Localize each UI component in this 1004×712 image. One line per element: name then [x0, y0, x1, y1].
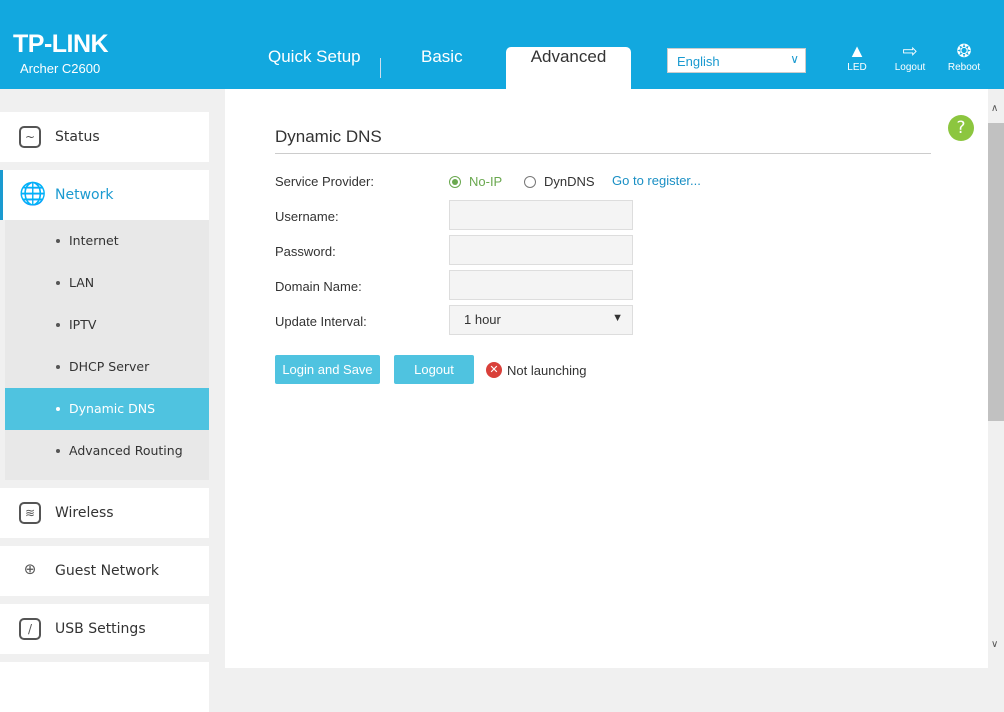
tab-advanced[interactable]: Advanced	[506, 47, 631, 89]
register-link[interactable]: Go to register...	[612, 173, 701, 188]
submenu-label: DHCP Server	[69, 359, 150, 374]
radio-no-ip[interactable]: No-IP	[449, 174, 502, 189]
submenu-label: LAN	[69, 275, 95, 290]
network-submenu: Internet LAN IPTV DHCP Server Dynamic DN…	[5, 220, 209, 480]
usb-icon: /	[19, 618, 41, 640]
help-icon[interactable]: ?	[948, 115, 974, 141]
page-title: Dynamic DNS	[275, 127, 382, 146]
main-content: Dynamic DNS ? Service Provider: No-IP Dy…	[225, 89, 988, 668]
led-button[interactable]: ▲ LED	[837, 40, 877, 73]
logout-label: Logout	[894, 62, 926, 73]
dropdown-arrow-icon: ▼	[612, 312, 623, 324]
logout-icon: ⇨	[902, 41, 918, 61]
radio-label: DynDNS	[544, 174, 595, 189]
sidebar-label: Status	[55, 129, 100, 145]
sidebar-item-usb-settings[interactable]: / USB Settings	[0, 604, 209, 654]
tab-quick-setup[interactable]: Quick Setup	[268, 47, 361, 89]
sidebar-item-guest-network[interactable]: ⊕ Guest Network	[0, 546, 209, 596]
ddns-status: Not launching	[507, 363, 587, 378]
submenu-advanced-routing[interactable]: Advanced Routing	[5, 430, 209, 472]
submenu-label: IPTV	[69, 317, 97, 332]
username-input[interactable]	[449, 200, 633, 230]
update-interval-value: 1 hour	[464, 312, 501, 327]
radio-label: No-IP	[469, 174, 503, 189]
scroll-up-icon[interactable]: ∧	[991, 103, 998, 114]
scroll-down-icon[interactable]: ∨	[991, 639, 998, 650]
radio-checked-icon	[449, 175, 461, 188]
sidebar-label: USB Settings	[55, 621, 146, 637]
logout-header-button[interactable]: ⇨ Logout	[890, 40, 930, 73]
sidebar-label: Wireless	[55, 505, 114, 521]
brand-logo: TP-LINK	[13, 30, 109, 58]
logout-button[interactable]: Logout	[394, 355, 474, 384]
password-label: Password:	[275, 244, 336, 259]
submenu-label: Dynamic DNS	[69, 401, 156, 416]
sidebar-item-status[interactable]: ~ Status	[0, 112, 209, 162]
domain-name-input[interactable]	[449, 270, 633, 300]
radio-unchecked-icon	[524, 175, 536, 188]
title-divider	[275, 153, 931, 154]
reboot-icon: ❂	[956, 41, 972, 61]
submenu-internet[interactable]: Internet	[5, 220, 209, 262]
password-input[interactable]	[449, 235, 633, 265]
domain-name-label: Domain Name:	[275, 279, 362, 294]
scrollbar-thumb[interactable]	[988, 123, 1004, 421]
submenu-iptv[interactable]: IPTV	[5, 304, 209, 346]
led-label: LED	[847, 62, 867, 73]
sidebar-label: Guest Network	[55, 563, 160, 579]
sidebar-item-more[interactable]	[0, 662, 209, 712]
globe-icon: 🌐	[19, 182, 47, 207]
submenu-dhcp-server[interactable]: DHCP Server	[5, 346, 209, 388]
submenu-label: Advanced Routing	[69, 443, 183, 458]
chevron-down-icon: ∨	[790, 52, 799, 66]
username-label: Username:	[275, 209, 339, 224]
reboot-label: Reboot	[947, 62, 981, 73]
submenu-dynamic-dns[interactable]: Dynamic DNS	[5, 388, 209, 430]
reboot-button[interactable]: ❂ Reboot	[944, 40, 984, 73]
header: TP-LINK Archer C2600 Quick Setup Basic A…	[0, 0, 1004, 89]
submenu-lan[interactable]: LAN	[5, 262, 209, 304]
sidebar-label: Network	[55, 187, 114, 203]
update-interval-select[interactable]: 1 hour ▼	[449, 305, 633, 335]
language-value: English	[677, 54, 720, 69]
sidebar: ~ Status 🌐 Network Internet LAN IPTV DHCP …	[0, 89, 225, 712]
language-select[interactable]: English ∨	[667, 48, 806, 73]
sidebar-item-wireless[interactable]: ≋ Wireless	[0, 488, 209, 538]
error-icon: ✕	[486, 362, 502, 378]
scrollbar[interactable]: ∧ ∨	[988, 89, 1004, 668]
status-icon: ~	[19, 126, 41, 148]
radio-dyndns[interactable]: DynDNS	[524, 174, 595, 189]
tab-basic[interactable]: Basic	[421, 47, 463, 89]
submenu-label: Internet	[69, 233, 119, 248]
led-bulb-icon: ▲	[848, 41, 866, 61]
model-name: Archer C2600	[20, 61, 101, 76]
wireless-icon: ≋	[19, 502, 41, 524]
guest-network-icon: ⊕	[23, 560, 37, 578]
service-provider-label: Service Provider:	[275, 174, 374, 189]
sidebar-item-network[interactable]: 🌐 Network	[0, 170, 209, 220]
tab-divider	[380, 58, 381, 78]
update-interval-label: Update Interval:	[275, 314, 367, 329]
login-and-save-button[interactable]: Login and Save	[275, 355, 380, 384]
